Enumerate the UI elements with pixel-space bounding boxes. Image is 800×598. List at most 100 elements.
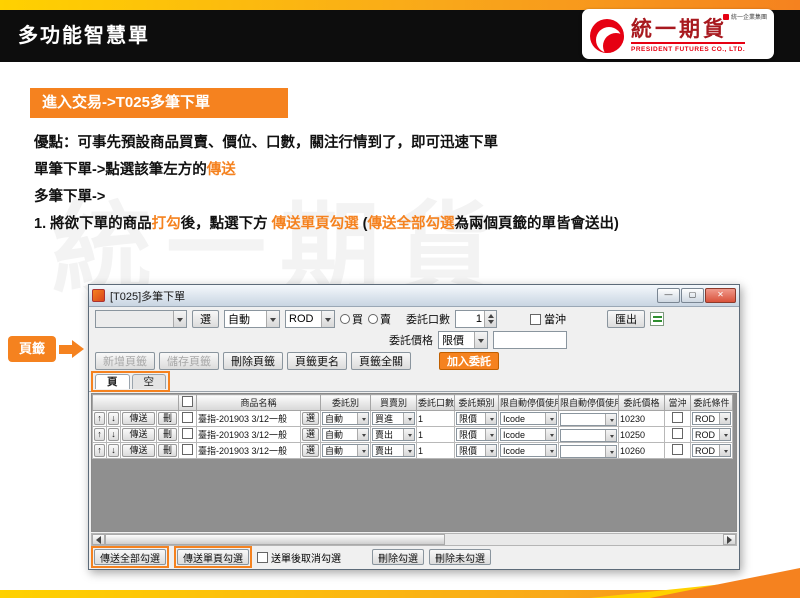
row-stop2-combo[interactable] bbox=[560, 428, 618, 442]
note-line-3: 多筆下單-> bbox=[34, 189, 106, 205]
move-down-button[interactable]: ↓ bbox=[108, 428, 119, 441]
horizontal-scrollbar[interactable] bbox=[91, 533, 737, 546]
delete-unchecked-button[interactable]: 刪除未勾選 bbox=[429, 549, 491, 565]
row-side-combo[interactable]: 買進 bbox=[372, 412, 416, 425]
highlight-send: 傳送 bbox=[206, 162, 236, 178]
note-line-1: 優點：可事先預設商品買賣、價位、口數，關注行情到了，即可迅速下單 bbox=[34, 135, 498, 151]
window-titlebar[interactable]: [T025]多筆下單 — ▢ ✕ bbox=[89, 285, 739, 307]
tabs-highlight-box: 頁 空 bbox=[91, 371, 170, 392]
send-all-checked-button[interactable]: 傳送全部勾選 bbox=[94, 549, 166, 565]
row-order-type-combo[interactable]: 自動 bbox=[322, 428, 370, 441]
add-order-button[interactable]: 加入委託 bbox=[439, 352, 499, 370]
page-title: 多功能智慧單 bbox=[18, 25, 150, 47]
export-file-icon[interactable] bbox=[650, 312, 664, 326]
row-order-type-combo[interactable]: 自動 bbox=[322, 444, 370, 457]
row-cond-combo[interactable]: ROD bbox=[692, 428, 732, 441]
scrollbar-track[interactable] bbox=[105, 534, 723, 545]
nav-path-banner: 進入交易->T025多筆下單 bbox=[30, 88, 288, 118]
row-qty[interactable]: 1 bbox=[416, 426, 456, 443]
brand-subtitle: PRESIDENT FUTURES CO., LTD. bbox=[631, 46, 746, 54]
row-cond-combo[interactable]: ROD bbox=[692, 444, 732, 457]
row-stop2-combo[interactable] bbox=[560, 444, 618, 458]
row-stop2-combo[interactable] bbox=[560, 412, 618, 426]
spinner-arrows-icon[interactable] bbox=[484, 311, 496, 327]
order-cond-combo[interactable]: ROD bbox=[285, 310, 335, 328]
move-up-button[interactable]: ↑ bbox=[94, 444, 105, 457]
row-side-combo[interactable]: 賣出 bbox=[372, 428, 416, 441]
row-order-type-combo[interactable]: 自動 bbox=[322, 412, 370, 425]
buy-radio[interactable]: 買 bbox=[340, 311, 363, 327]
col-price: 委託價格 bbox=[618, 394, 666, 411]
pick-row-product-button[interactable]: 選 bbox=[302, 412, 320, 425]
move-down-button[interactable]: ↓ bbox=[108, 444, 119, 457]
row-price[interactable]: 10260 bbox=[618, 442, 666, 459]
row-price[interactable]: 10230 bbox=[618, 410, 666, 427]
row-cond-combo[interactable]: ROD bbox=[692, 412, 732, 425]
delete-row-button[interactable]: 刪 bbox=[158, 428, 177, 441]
move-up-button[interactable]: ↑ bbox=[94, 412, 105, 425]
row-side-combo[interactable]: 賣出 bbox=[372, 444, 416, 457]
delete-row-button[interactable]: 刪 bbox=[158, 412, 177, 425]
select-all-checkbox[interactable] bbox=[182, 396, 193, 407]
save-tab-button[interactable]: 儲存頁籤 bbox=[159, 352, 219, 370]
close-all-tabs-button[interactable]: 頁籤全關 bbox=[351, 352, 411, 370]
window-title: [T025]多筆下單 bbox=[110, 290, 186, 303]
brand-name: 統一期貨 bbox=[631, 18, 746, 45]
move-up-button[interactable]: ↑ bbox=[94, 428, 105, 441]
row-qty[interactable]: 1 bbox=[416, 442, 456, 459]
minimize-button[interactable]: — bbox=[657, 288, 680, 303]
row-stop1-combo[interactable]: Icode bbox=[500, 428, 558, 441]
scrollbar-thumb[interactable] bbox=[105, 534, 445, 545]
row-checkbox[interactable] bbox=[182, 428, 193, 439]
tab-page-2[interactable]: 空 bbox=[131, 374, 166, 389]
notes-block: 優點：可事先預設商品買賣、價位、口數，關注行情到了，即可迅速下單 單筆下單->點… bbox=[34, 134, 774, 242]
price-type-combo[interactable]: 限價 bbox=[438, 331, 488, 349]
row-checkbox[interactable] bbox=[182, 444, 193, 455]
row-price-type-combo[interactable]: 限價 bbox=[456, 444, 498, 457]
row-qty[interactable]: 1 bbox=[416, 410, 456, 427]
row-price-type-combo[interactable]: 限價 bbox=[456, 412, 498, 425]
price-input[interactable] bbox=[493, 331, 567, 349]
row-price-type-combo[interactable]: 限價 bbox=[456, 428, 498, 441]
uncheck-after-send-checkbox[interactable]: 送單後取消勾選 bbox=[257, 550, 341, 565]
send-row-button[interactable]: 傳送 bbox=[122, 428, 155, 441]
move-down-button[interactable]: ↓ bbox=[108, 412, 119, 425]
row-price[interactable]: 10250 bbox=[618, 426, 666, 443]
product-code-combo[interactable] bbox=[95, 310, 187, 328]
delete-tab-button[interactable]: 刪除頁籤 bbox=[223, 352, 283, 370]
scroll-right-button[interactable] bbox=[723, 534, 736, 545]
rename-tab-button[interactable]: 頁籤更名 bbox=[287, 352, 347, 370]
order-row-2: ↑ ↓ 傳送 刪 臺指-201903 3/12一般 選 自動 賣出 1 限價 I… bbox=[92, 426, 734, 443]
row-daytrade-checkbox[interactable] bbox=[672, 444, 684, 455]
close-button[interactable]: ✕ bbox=[705, 288, 736, 303]
radio-dot-icon bbox=[340, 314, 350, 324]
send-row-button[interactable]: 傳送 bbox=[122, 412, 155, 425]
delete-checked-button[interactable]: 刪除勾選 bbox=[372, 549, 424, 565]
daytrade-checkbox[interactable]: 當沖 bbox=[530, 311, 566, 327]
highlight-check: 打勾 bbox=[151, 216, 181, 232]
col-qty: 委託口數 bbox=[416, 394, 456, 411]
add-tab-button[interactable]: 新增頁籤 bbox=[95, 352, 155, 370]
row-checkbox[interactable] bbox=[182, 412, 193, 423]
order-type-combo[interactable]: 自動 bbox=[224, 310, 280, 328]
pick-row-product-button[interactable]: 選 bbox=[302, 444, 320, 457]
brand-emblem-icon bbox=[590, 18, 624, 53]
export-button[interactable]: 匯出 bbox=[607, 310, 645, 328]
delete-row-button[interactable]: 刪 bbox=[158, 444, 177, 457]
price-label: 委託價格 bbox=[389, 335, 433, 347]
pick-product-button[interactable]: 選 bbox=[192, 310, 219, 328]
row-stop1-combo[interactable]: Icode bbox=[500, 444, 558, 457]
row-daytrade-checkbox[interactable] bbox=[672, 412, 684, 423]
qty-spinner[interactable]: 1 bbox=[455, 310, 497, 328]
sell-radio[interactable]: 賣 bbox=[368, 311, 391, 327]
pick-row-product-button[interactable]: 選 bbox=[302, 428, 320, 441]
row-stop1-combo[interactable]: Icode bbox=[500, 412, 558, 425]
maximize-button[interactable]: ▢ bbox=[681, 288, 704, 303]
col-daytrade: 當沖 bbox=[664, 394, 692, 411]
order-row-3: ↑ ↓ 傳送 刪 臺指-201903 3/12一般 選 自動 賣出 1 限價 I… bbox=[92, 442, 734, 459]
send-page-checked-button[interactable]: 傳送單頁勾選 bbox=[177, 549, 249, 565]
tab-page-1[interactable]: 頁 bbox=[95, 374, 130, 389]
send-row-button[interactable]: 傳送 bbox=[122, 444, 155, 457]
scroll-left-button[interactable] bbox=[92, 534, 105, 545]
row-daytrade-checkbox[interactable] bbox=[672, 428, 684, 439]
